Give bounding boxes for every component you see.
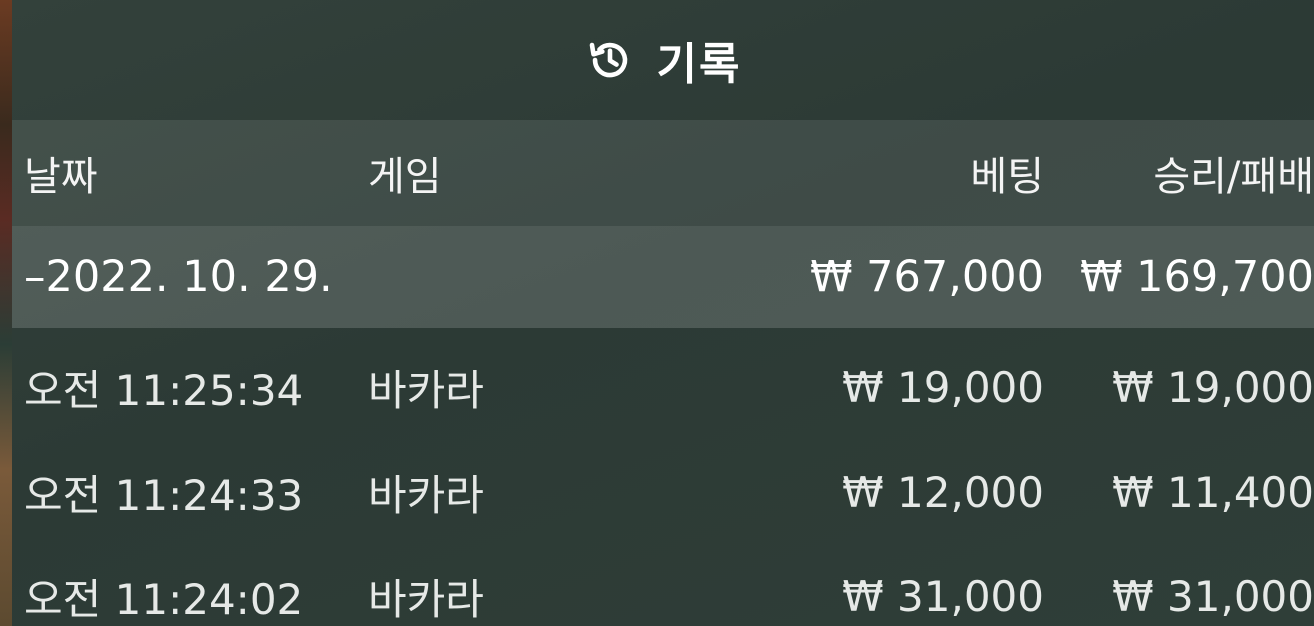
column-header-win-loss[interactable]: 승리/패배 <box>1052 120 1314 226</box>
row-time: 오전 11:25:34 <box>24 365 304 415</box>
row-game: 바카라 <box>368 470 484 520</box>
table-row[interactable]: 오전 11:25:34 바카라 ₩ 19,000 ₩ 19,000 <box>12 335 1314 439</box>
summary-date: –2022. 10. 29. <box>24 252 333 302</box>
summary-bet-total: ₩ 767,000 <box>809 252 1044 302</box>
background-game-edge <box>0 0 12 626</box>
row-game: 바카라 <box>368 365 484 415</box>
row-win-loss: ₩ 31,000 <box>1112 571 1314 621</box>
row-bet: ₩ 19,000 <box>842 362 1044 412</box>
date-summary-row[interactable]: –2022. 10. 29. ₩ 767,000 ₩ 169,700 <box>12 226 1314 328</box>
row-time: 오전 11:24:02 <box>24 574 304 624</box>
page-title: 기록 <box>656 39 742 90</box>
history-panel: 기록 날짜 게임 베팅 승리/패배 –2022. 10. 29. ₩ 767,0… <box>12 0 1314 626</box>
table-row[interactable]: 오전 11:24:02 바카라 ₩ 31,000 ₩ 31,000 <box>12 544 1314 626</box>
table-row[interactable]: 오전 11:24:33 바카라 ₩ 12,000 ₩ 11,400 <box>12 440 1314 544</box>
row-win-loss: ₩ 11,400 <box>1112 467 1314 517</box>
row-bet: ₩ 31,000 <box>842 571 1044 621</box>
row-win-loss: ₩ 19,000 <box>1112 362 1314 412</box>
table-header-row: 날짜 게임 베팅 승리/패배 <box>12 120 1314 226</box>
row-time: 오전 11:24:33 <box>24 470 304 520</box>
column-header-bet[interactable]: 베팅 <box>712 120 1044 226</box>
row-bet: ₩ 12,000 <box>842 467 1044 517</box>
summary-win-loss-total: ₩ 169,700 <box>1079 252 1314 302</box>
column-header-date[interactable]: 날짜 <box>24 120 384 226</box>
row-game: 바카라 <box>368 574 484 624</box>
column-header-game[interactable]: 게임 <box>368 120 668 226</box>
history-header: 기록 <box>12 0 1314 120</box>
history-icon <box>585 35 635 85</box>
